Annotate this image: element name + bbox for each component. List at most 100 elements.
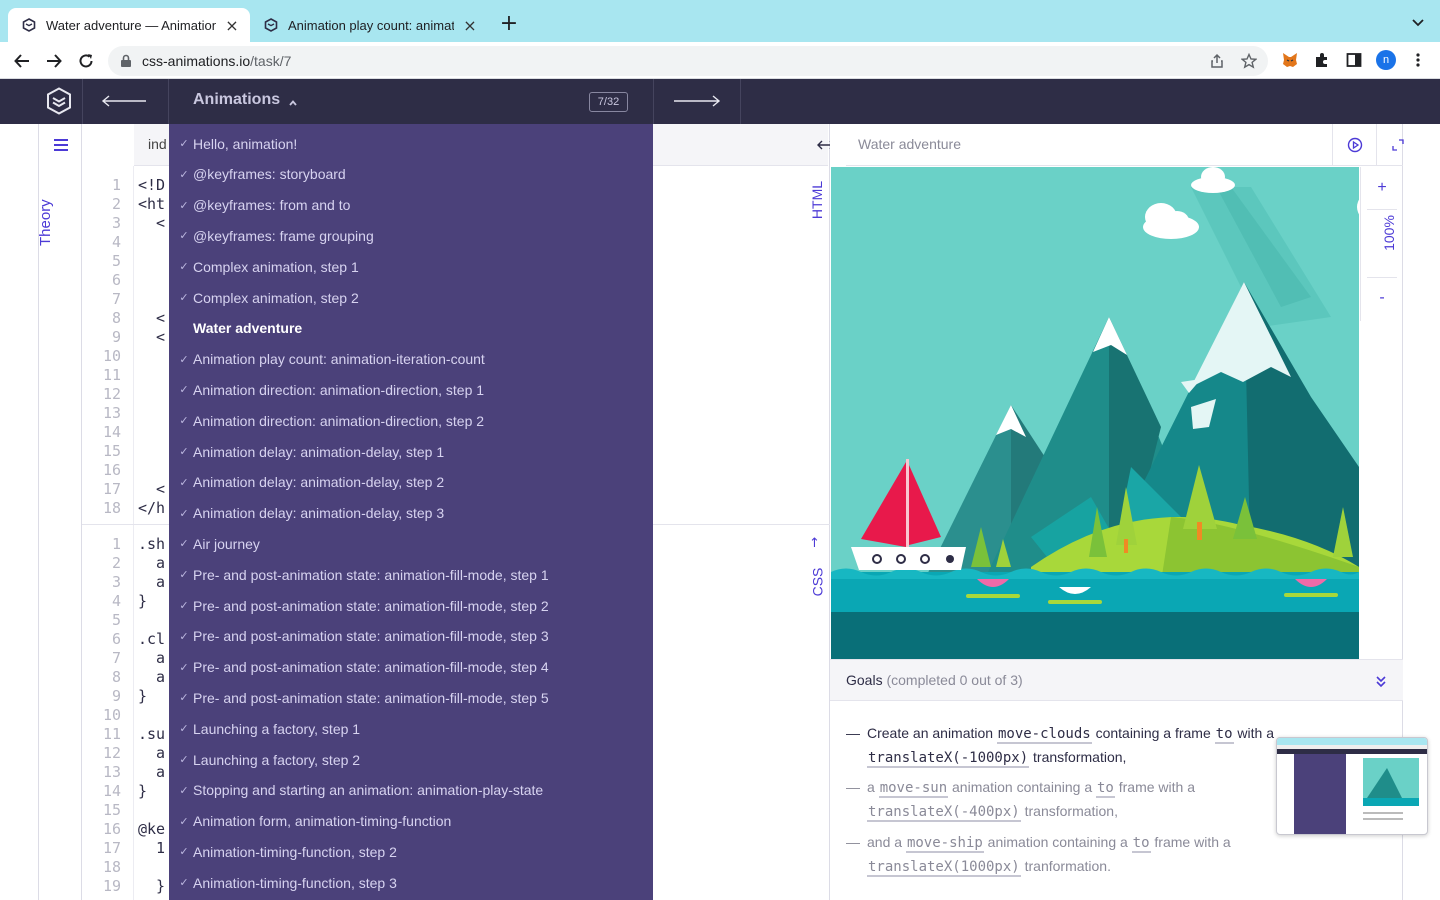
lesson-menu-item[interactable]: ✓ Pre- and post-animation state: animatio… [169,590,653,621]
lesson-menu-item-label: Animation form, animation-timing-functio… [193,813,452,830]
replay-animation-icon[interactable] [1332,124,1376,166]
code-line[interactable]: a [138,763,165,781]
zoom-in-button[interactable]: + [1361,179,1403,197]
next-task-arrow-icon[interactable] [672,91,722,111]
lesson-menu-item[interactable]: ✓ Air journey [169,528,653,559]
fullscreen-icon[interactable] [1376,124,1418,166]
line-number: 11 [102,725,121,743]
goal-text: Create an animation move-clouds containi… [867,722,1277,770]
code-line[interactable]: 1 [138,839,165,857]
reload-icon[interactable] [75,50,97,72]
water-adventure-scene [831,167,1359,659]
chevron-double-down-icon[interactable] [1375,673,1387,689]
lesson-menu-item[interactable]: ✓ Complex animation, step 1 [169,251,653,282]
lesson-menu-item[interactable]: ✓ Animation-timing-function, step 3 [169,867,653,898]
code-line[interactable]: .sh [138,535,165,553]
code-line[interactable]: } [138,687,147,705]
lesson-menu-item[interactable]: ✓ Launching a factory, step 1 [169,713,653,744]
new-tab-button[interactable]: + [498,13,520,36]
code-line[interactable]: < [138,214,165,232]
line-number: 6 [111,630,121,648]
checkmark-icon: ✓ [179,261,189,274]
goal-bullet: — [846,834,860,850]
lesson-menu-item[interactable]: ✓ Animation direction: animation-directio… [169,405,653,436]
lesson-menu-item[interactable]: ✓ Animation delay: animation-delay, step … [169,498,653,529]
lesson-menu-item[interactable]: ✓ @keyframes: from and to [169,190,653,221]
back-arrow-icon[interactable] [11,50,33,72]
goal-text: and a move-ship animation containing a t… [867,831,1277,879]
metamask-fox-icon[interactable] [1281,51,1299,69]
code-line[interactable]: } [138,592,147,610]
tab-search-chevron-icon[interactable] [1410,14,1426,30]
lesson-menu-item[interactable]: ✓ Animation delay: animation-delay, step … [169,467,653,498]
lesson-menu-item[interactable]: ✓ Animation-timing-function, step 2 [169,836,653,867]
lesson-menu-item[interactable]: ✓ Pre- and post-animation state: animatio… [169,682,653,713]
lesson-menu-item[interactable]: ✓ Animation form, animation-timing-functi… [169,806,653,837]
bookmark-star-icon[interactable] [1240,52,1258,69]
lesson-menu-item[interactable]: ✓ @keyframes: storyboard [169,159,653,190]
previous-task-arrow-icon[interactable] [100,91,148,111]
htmlacademy-logo-icon[interactable] [46,87,72,115]
lesson-menu-item[interactable]: Water adventure [169,313,653,344]
extensions-puzzle-icon[interactable] [1313,51,1331,69]
lesson-menu-item-label: Animation play count: animation-iteratio… [193,351,485,368]
goal-text-part: a [867,779,879,795]
collapse-arrow-icon[interactable]: ↑ [809,536,820,551]
profile-avatar[interactable]: n [1376,50,1396,70]
section-selector[interactable]: Animations [193,91,298,109]
line-number: 11 [102,366,121,384]
lesson-menu-item[interactable]: ✓ Stopping and starting an animation: ani… [169,775,653,806]
lesson-menu-item[interactable]: ✓ Animation direction: animation-directio… [169,374,653,405]
code-line[interactable]: a [138,649,165,667]
checkmark-icon: ✓ [179,230,189,243]
forward-arrow-icon[interactable] [43,50,65,72]
code-line[interactable]: .cl [138,630,165,648]
zoom-out-button[interactable]: - [1361,289,1403,307]
code-line[interactable]: a [138,668,165,686]
html-gutter: 1 2 3 4 5 6 7 8 9 10 11 12 13 14 15 16 17 18 [82,166,134,524]
screen-share-thumbnail[interactable] [1276,737,1428,835]
side-panel-icon[interactable] [1345,51,1363,69]
browser-tab-active[interactable]: Water adventure — Animations × [8,8,250,42]
lesson-menu-item[interactable]: ✓ Complex animation, step 2 [169,282,653,313]
line-number: 8 [111,668,121,686]
code-line[interactable]: } [138,782,147,800]
close-tab-icon[interactable]: × [462,16,478,35]
code-line[interactable]: a [138,573,165,591]
lesson-menu-item[interactable]: ✓ Hello, animation! [169,128,653,159]
lesson-menu-item[interactable]: ✓ @keyframes: frame grouping [169,220,653,251]
code-line[interactable]: @ke [138,820,165,838]
line-number: 2 [111,195,121,213]
html-pane-label[interactable]: HTML [809,181,825,219]
code-line[interactable]: < [138,309,165,327]
theory-tab[interactable]: Theory [37,186,61,246]
code-line[interactable]: a [138,554,165,572]
lesson-menu-item[interactable]: ✓ Pre- and post-animation state: animatio… [169,621,653,652]
share-icon[interactable] [1209,53,1225,69]
lesson-menu-item[interactable]: ✓ Animation delay: animation-delay, step … [169,436,653,467]
lesson-menu-item-label: Animation-timing-function, step 2 [193,843,397,860]
tab-title: Animation play count: animatio [288,17,454,33]
code-line[interactable]: <!D [138,176,165,194]
close-tab-icon[interactable]: × [224,16,240,35]
code-line[interactable]: </h [138,499,165,517]
goals-header[interactable]: Goals (completed 0 out of 3) [830,659,1403,701]
lesson-menu-item[interactable]: ✓ Pre- and post-animation state: animatio… [169,652,653,683]
lesson-menu-item[interactable]: ✓ Animation play count: animation-iterati… [169,344,653,375]
code-line[interactable]: } [138,877,165,895]
checkmark-icon: ✓ [179,415,189,428]
lesson-menu-item[interactable]: ✓ Pre- and post-animation state: animatio… [169,559,653,590]
address-bar[interactable]: css-animations.io/task/7 [108,46,1268,76]
code-line[interactable]: .su [138,725,165,743]
browser-tab[interactable]: Animation play count: animatio × [250,8,488,42]
hamburger-menu-icon[interactable] [53,137,69,151]
css-pane-label[interactable]: CSS [809,568,825,597]
browser-menu-kebab-icon[interactable] [1409,51,1427,69]
code-line[interactable]: < [138,480,165,498]
checkmark-icon: ✓ [179,384,189,397]
code-line[interactable]: <ht [138,195,165,213]
code-line[interactable]: a [138,744,165,762]
code-line[interactable]: < [138,328,165,346]
lesson-dropdown: ✓ Hello, animation! ✓ @keyframes: storyboar… [169,124,653,900]
lesson-menu-item[interactable]: ✓ Launching a factory, step 2 [169,744,653,775]
